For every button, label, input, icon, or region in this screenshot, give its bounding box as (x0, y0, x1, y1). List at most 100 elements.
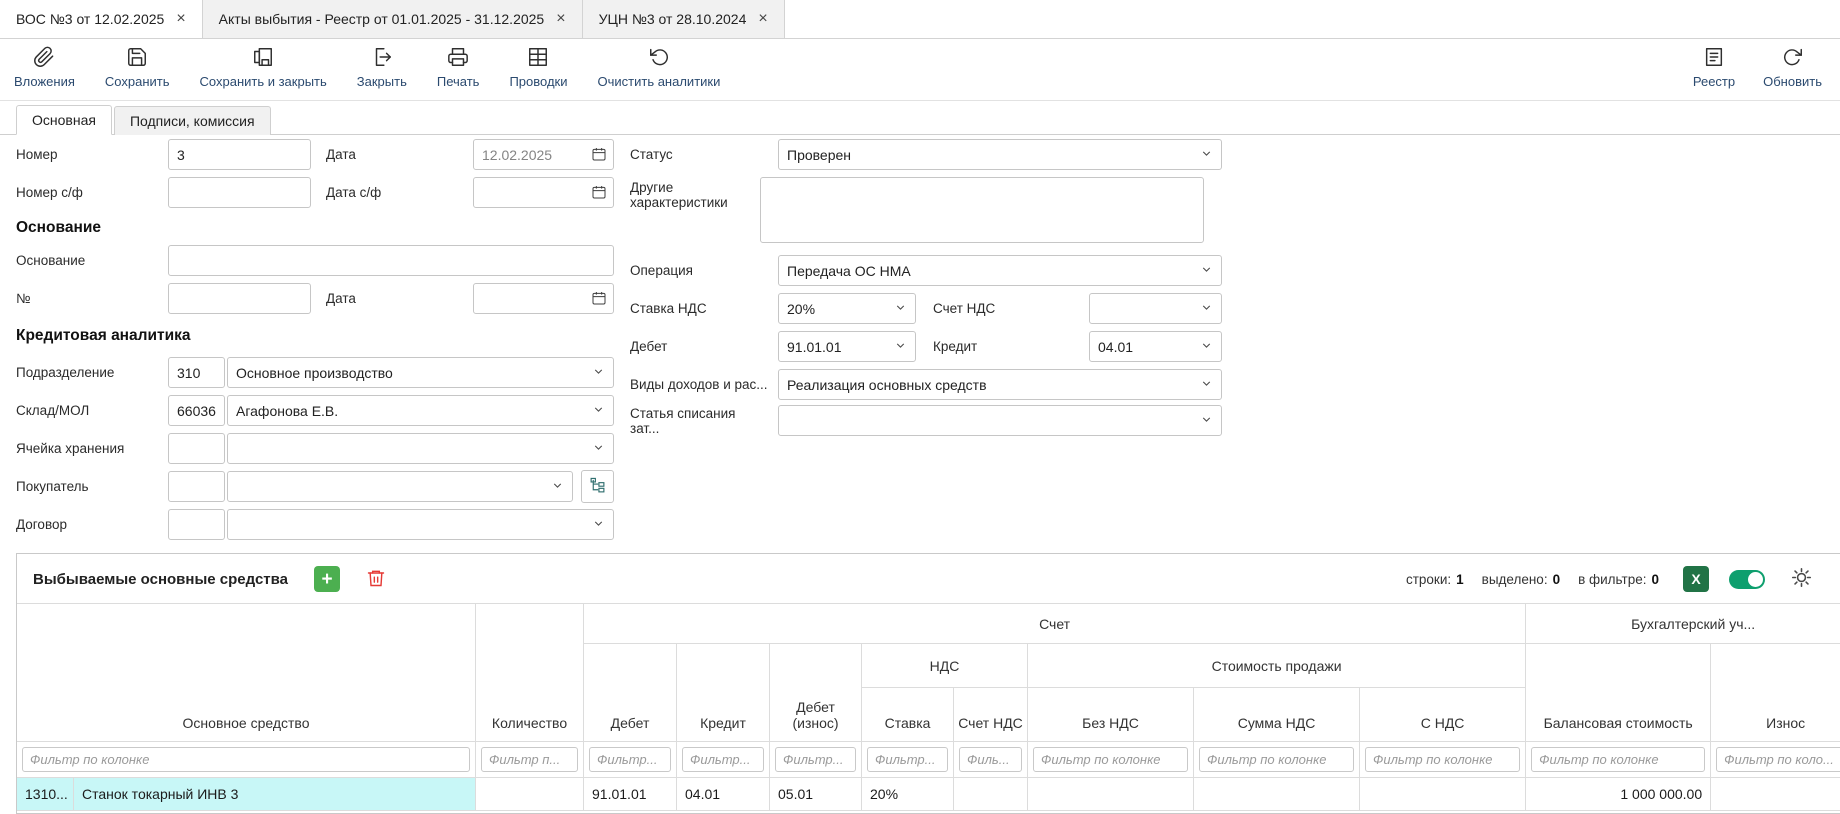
podrazdelenie-code-input[interactable] (168, 357, 225, 388)
drugie-textarea[interactable] (760, 177, 1204, 243)
cell-iznos[interactable] (1711, 778, 1840, 811)
cell-balans[interactable]: 1 000 000.00 (1526, 778, 1711, 811)
doc-tab-ucn[interactable]: УЦН №3 от 28.10.2024 × (583, 0, 785, 38)
filter-debit-input[interactable] (589, 747, 671, 772)
section-osnovanie: Основание (16, 219, 101, 237)
column-header-debit[interactable]: Дебет (584, 644, 677, 742)
attachments-button[interactable]: Вложения (14, 46, 75, 89)
registry-button[interactable]: Реестр (1693, 46, 1735, 89)
doc-tab-akty[interactable]: Акты выбытия - Реестр от 01.01.2025 - 31… (203, 0, 583, 38)
assets-table: Основное средство Количество Счет Бухгал… (16, 603, 1840, 811)
calendar-icon[interactable] (591, 146, 607, 165)
calendar-icon[interactable] (591, 184, 607, 203)
doc-tab-label: УЦН №3 от 28.10.2024 (599, 11, 747, 27)
column-header-iznos[interactable]: Износ (1711, 644, 1840, 742)
sklad-code-input[interactable] (168, 395, 225, 426)
cell-stavka[interactable]: 20% (862, 778, 954, 811)
cell-asset-code[interactable]: 1310... (17, 778, 74, 811)
pokupatel-hierarchy-button[interactable] (581, 470, 614, 503)
cell-debit[interactable]: 91.01.01 (584, 778, 677, 811)
column-header-bez-nds[interactable]: Без НДС (1028, 688, 1194, 742)
close-icon[interactable]: × (556, 11, 565, 27)
cell-summa-nds[interactable] (1194, 778, 1360, 811)
filter-bez-nds-input[interactable] (1033, 747, 1188, 772)
operaciya-select[interactable]: Передача ОС НМА (778, 255, 1222, 286)
save-button[interactable]: Сохранить (105, 46, 170, 89)
pokupatel-code-input[interactable] (168, 471, 225, 502)
cell-asset-name[interactable]: Станок токарный ИНВ 3 (74, 778, 476, 811)
cell-bez-nds[interactable] (1028, 778, 1194, 811)
column-header-stavka[interactable]: Ставка (862, 688, 954, 742)
postings-button[interactable]: Проводки (509, 46, 567, 89)
column-header-schet-nds[interactable]: Счет НДС (954, 688, 1028, 742)
status-select[interactable]: Проверен (778, 139, 1222, 170)
nomer-input[interactable] (168, 139, 311, 170)
row-drugie: Другие характеристики (630, 177, 1222, 243)
grid-toggle-switch[interactable] (1729, 570, 1765, 589)
tab-osnovnaya[interactable]: Основная (16, 105, 112, 135)
refresh-button[interactable]: Обновить (1763, 46, 1822, 89)
yacheyka-code-input[interactable] (168, 433, 225, 464)
row-sklad-mol: Склад/МОЛ Агафонова Е.В. (16, 395, 614, 426)
filter-iznos-input[interactable] (1716, 747, 1840, 772)
debet-select[interactable]: 91.01.01 (778, 331, 916, 362)
filter-stavka-input[interactable] (867, 747, 948, 772)
add-row-button[interactable]: + (314, 566, 340, 592)
filter-schet-nds-input[interactable] (959, 747, 1022, 772)
dogovor-select[interactable] (227, 509, 614, 540)
close-document-button[interactable]: Закрыть (357, 46, 407, 89)
doc-tab-label: ВОС №3 от 12.02.2025 (16, 11, 164, 27)
toolbar-right: Реестр Обновить (1665, 46, 1822, 89)
pokupatel-select[interactable] (227, 471, 573, 502)
cell-debit-iznos[interactable]: 05.01 (770, 778, 862, 811)
column-header-balans[interactable]: Балансовая стоимость (1526, 644, 1711, 742)
yacheyka-select[interactable] (227, 433, 614, 464)
filter-s-nds-input[interactable] (1365, 747, 1520, 772)
filter-summa-nds-input[interactable] (1199, 747, 1354, 772)
doc-tab-vos[interactable]: ВОС №3 от 12.02.2025 × (0, 0, 203, 38)
kredit-select[interactable]: 04.01 (1089, 331, 1222, 362)
row-nomer: Номер Дата (16, 139, 614, 170)
print-button[interactable]: Печать (437, 46, 480, 89)
sklad-select[interactable]: Агафонова Е.В. (227, 395, 614, 426)
no-input[interactable] (168, 283, 311, 314)
column-header-debit-iznos[interactable]: Дебет (износ) (770, 644, 862, 742)
column-header-credit[interactable]: Кредит (677, 644, 770, 742)
cell-s-nds[interactable] (1360, 778, 1526, 811)
calendar-icon[interactable] (591, 290, 607, 309)
filter-credit-input[interactable] (682, 747, 764, 772)
cell-credit[interactable]: 04.01 (677, 778, 770, 811)
column-header-asset[interactable]: Основное средство (17, 604, 476, 742)
row-pokupatel: Покупатель (16, 471, 614, 502)
column-header-s-nds[interactable]: С НДС (1360, 688, 1526, 742)
row-status: Статус Проверен (630, 139, 1222, 170)
export-excel-button[interactable]: X (1683, 566, 1709, 592)
save-and-close-button[interactable]: Сохранить и закрыть (200, 46, 327, 89)
close-icon[interactable]: × (176, 11, 185, 27)
stavka-nds-select[interactable]: 20% (778, 293, 916, 324)
tab-podpisi-komissiya[interactable]: Подписи, комиссия (114, 106, 271, 135)
osnovanie-input[interactable] (168, 245, 614, 276)
cell-qty[interactable] (476, 778, 584, 811)
column-header-summa-nds[interactable]: Сумма НДС (1194, 688, 1360, 742)
grid-toolbar-right: строки:1 выделено:0 в фильтре:0 X (1388, 566, 1812, 592)
clear-analytics-button[interactable]: Очистить аналитики (598, 46, 721, 89)
cell-schet-nds[interactable] (954, 778, 1028, 811)
schet-nds-select[interactable] (1089, 293, 1222, 324)
vidy-dohodov-select[interactable]: Реализация основных средств (778, 369, 1222, 400)
delete-row-button[interactable] (366, 568, 386, 591)
column-header-qty[interactable]: Количество (476, 604, 584, 742)
filter-qty-input[interactable] (481, 747, 578, 772)
close-icon[interactable]: × (758, 11, 767, 27)
podrazdelenie-select[interactable]: Основное производство (227, 357, 614, 388)
nomer-sf-input[interactable] (168, 177, 311, 208)
table-row[interactable]: 1310... Станок токарный ИНВ 3 91.01.01 0… (17, 778, 1840, 811)
statya-spisaniya-select[interactable] (778, 405, 1222, 436)
filter-asset-input[interactable] (22, 747, 470, 772)
row-dogovor: Договор (16, 509, 614, 540)
dogovor-code-input[interactable] (168, 509, 225, 540)
group-header-prodazha: Стоимость продажи (1028, 644, 1526, 688)
filter-debit-iznos-input[interactable] (775, 747, 856, 772)
filter-balans-input[interactable] (1531, 747, 1705, 772)
grid-settings-button[interactable] (1791, 567, 1812, 591)
